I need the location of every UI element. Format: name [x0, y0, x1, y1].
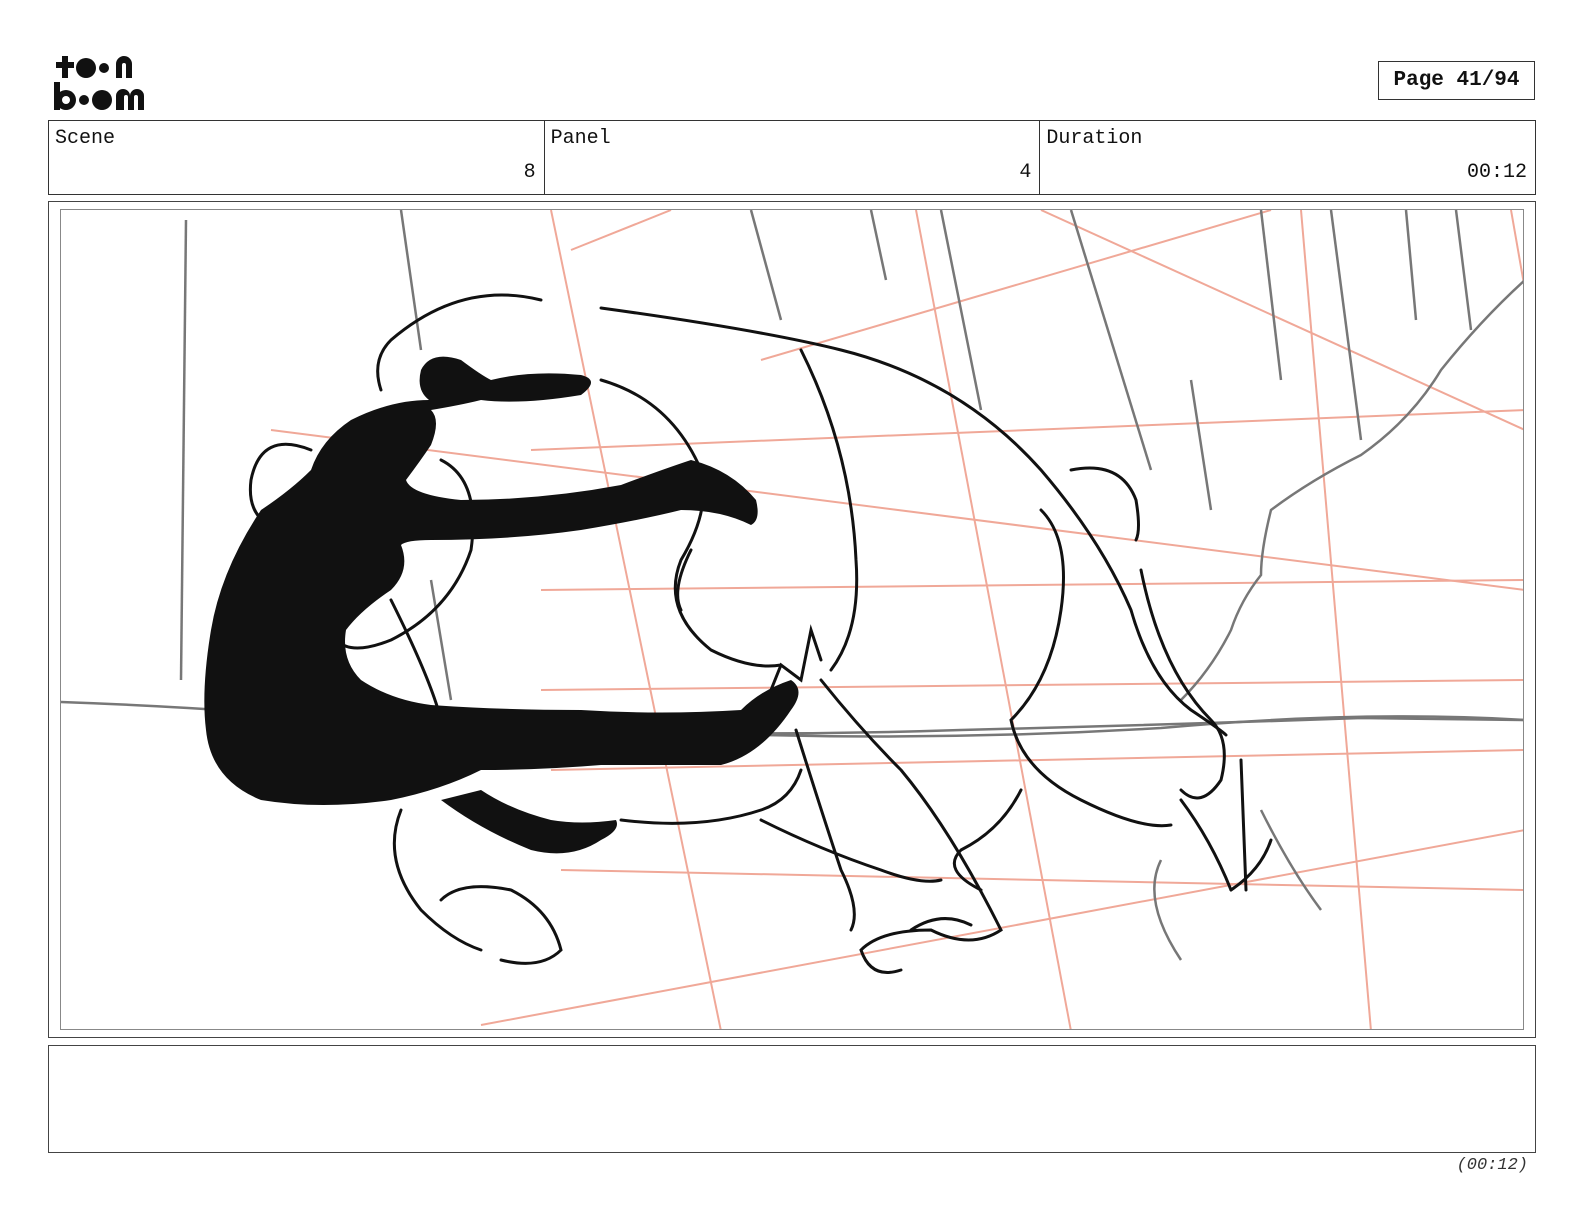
page-counter: Page 41/94 — [1378, 61, 1535, 100]
sketch-artwork — [61, 210, 1523, 1029]
footer-duration: (00:12) — [1456, 1156, 1528, 1175]
scene-value: 8 — [523, 161, 536, 184]
creature-sketch — [248, 293, 1273, 974]
toon-boom-logo — [54, 56, 144, 110]
character-silhouette — [204, 356, 799, 854]
duration-value: 00:12 — [1467, 161, 1528, 184]
scene-label: Scene — [55, 127, 116, 150]
panel-label: Panel — [550, 127, 611, 150]
panel-notes-box — [48, 1045, 1536, 1153]
scene-cell: Scene 8 — [49, 121, 545, 194]
perspective-guides — [270, 210, 1523, 1029]
panel-value: 4 — [1019, 161, 1032, 184]
storyboard-panel-drawing — [60, 209, 1524, 1030]
panel-info-header: Scene 8 Panel 4 Duration 00:12 — [48, 120, 1536, 195]
page-counter-label: Page 41/94 — [1393, 69, 1520, 92]
duration-label: Duration — [1046, 127, 1143, 150]
panel-cell: Panel 4 — [545, 121, 1041, 194]
duration-cell: Duration 00:12 — [1040, 121, 1535, 194]
